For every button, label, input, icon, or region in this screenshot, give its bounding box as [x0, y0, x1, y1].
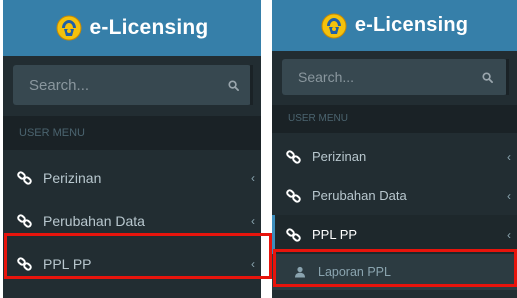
menu-item-label: Perizinan [43, 169, 102, 186]
link-icon [286, 149, 301, 164]
menu-item-perizinan[interactable]: Perizinan ‹ [3, 156, 261, 199]
search-icon [228, 79, 239, 91]
search-input[interactable] [29, 76, 228, 94]
chevron-left-icon: ‹ [507, 188, 511, 203]
search-divider [506, 59, 509, 95]
search-form [3, 56, 261, 116]
search-box [282, 59, 509, 95]
logo-icon [56, 15, 82, 41]
search-button[interactable] [479, 69, 495, 85]
chevron-left-icon: ‹ [251, 256, 255, 271]
menu-header: USER MENU [3, 116, 261, 150]
menu-item-perubahan-data[interactable]: Perubahan Data ‹ [3, 199, 261, 242]
link-icon [17, 256, 32, 271]
link-icon [286, 227, 301, 242]
sidebar-left: e-Licensing USER MENU Perizinan ‹ Peru [3, 0, 261, 298]
link-icon [17, 170, 32, 185]
sub-item-laporan-ppl[interactable]: Laporan PPL [272, 254, 517, 290]
menu-item-perubahan-data[interactable]: Perubahan Data ‹ [272, 176, 517, 215]
menu-item-label: Perubahan Data [312, 188, 407, 203]
link-icon [17, 213, 32, 228]
brand-title: e-Licensing [354, 14, 469, 36]
brand-header[interactable]: e-Licensing [272, 0, 517, 51]
link-icon [286, 188, 301, 203]
menu-item-label: PPL PP [312, 227, 358, 242]
search-input[interactable] [298, 69, 479, 85]
logo-icon [321, 13, 347, 38]
menu-item-label: PPL PP [43, 255, 92, 272]
user-icon [295, 266, 305, 278]
search-icon [481, 71, 493, 83]
chevron-left-icon: ‹ [507, 149, 511, 164]
search-button[interactable] [228, 77, 239, 93]
chevron-left-icon: ‹ [251, 170, 255, 185]
menu-item-label: Perubahan Data [43, 212, 145, 229]
chevron-left-icon: ‹ [507, 227, 511, 242]
menu-item-ppl-pp[interactable]: PPL PP ‹ [3, 242, 261, 285]
chevron-left-icon: ‹ [251, 213, 255, 228]
search-divider [250, 65, 253, 105]
sub-item-label: Laporan PPL [318, 265, 391, 279]
brand-title: e-Licensing [89, 16, 209, 39]
menu-item-perizinan[interactable]: Perizinan ‹ [272, 137, 517, 176]
search-box [13, 65, 253, 105]
search-form [272, 51, 517, 105]
menu-item-label: Perizinan [312, 149, 367, 164]
sidebar-right: e-Licensing USER MENU Perizinan ‹ Peru [272, 0, 517, 298]
menu-header: USER MENU [272, 105, 517, 133]
menu-item-ppl-pp[interactable]: PPL PP ‹ [272, 215, 517, 254]
brand-header[interactable]: e-Licensing [3, 0, 261, 56]
